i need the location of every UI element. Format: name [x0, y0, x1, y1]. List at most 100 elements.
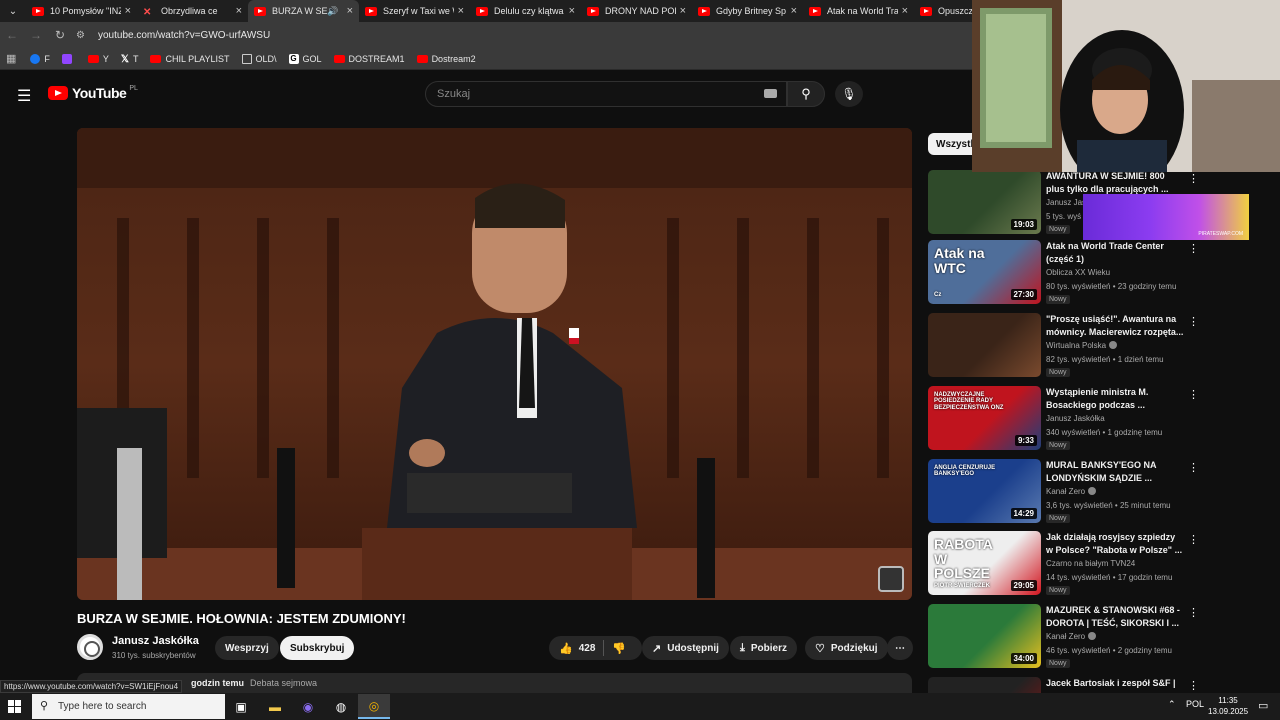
video-thumbnail[interactable]: ANGLIA CENZURUJE BANKSY'EGO 14:29	[928, 459, 1041, 523]
tab-close-icon[interactable]: ×	[458, 5, 464, 17]
browser-tab[interactable]: Gdyby Britney Sp ×	[692, 0, 803, 22]
more-vert-icon[interactable]: ⋮	[1188, 606, 1199, 619]
recommendation-title[interactable]: MAZUREK & STANOWSKI #68 - DOROTA | TEŚĆ,…	[1046, 604, 1184, 630]
tab-close-icon[interactable]: ×	[902, 5, 908, 17]
video-thumbnail[interactable]: NADZWYCZAJNE POSIEDZENIE RADY BEZPIECZEŃ…	[928, 386, 1041, 450]
video-thumbnail[interactable]: 34:00	[928, 604, 1041, 668]
back-icon[interactable]: ←	[0, 28, 24, 42]
bookmark-item[interactable]	[61, 53, 76, 64]
site-settings-icon[interactable]: ⚙	[76, 30, 92, 41]
more-vert-icon[interactable]: ⋮	[1188, 533, 1199, 546]
bookmark-item[interactable]: F	[30, 53, 50, 64]
share-button[interactable]: ↗ Udostępnij	[642, 636, 729, 660]
menu-icon[interactable]: ☰	[17, 86, 31, 106]
browser-tab[interactable]: Delulu czy klątwa ×	[470, 0, 581, 22]
video-player[interactable]	[77, 128, 912, 600]
tray-chevron-icon[interactable]: ⌃	[1168, 699, 1176, 710]
description-tag[interactable]: Debata sejmowa	[250, 678, 317, 688]
taskbar-search-input[interactable]: ⚲ Type here to search	[32, 694, 225, 719]
thanks-button[interactable]: ♡ Podziękuj	[805, 636, 888, 660]
tab-close-icon[interactable]: ×	[347, 5, 353, 17]
task-view-icon[interactable]: ▣	[225, 694, 257, 719]
support-button[interactable]: Wesprzyj	[215, 636, 279, 660]
video-thumbnail[interactable]	[928, 313, 1041, 377]
thumbs-down-icon[interactable]: 👎	[612, 642, 626, 655]
recommendation-channel[interactable]: Kanał Zero	[1046, 632, 1097, 641]
recommendation-item[interactable]: NADZWYCZAJNE POSIEDZENIE RADY BEZPIECZEŃ…	[928, 386, 1199, 452]
app-icon-1[interactable]: ◉	[292, 694, 324, 719]
clock[interactable]: 11:35 13.09.2025	[1208, 695, 1248, 717]
apps-grid-icon[interactable]: ▦	[6, 52, 16, 65]
more-vert-icon[interactable]: ⋮	[1188, 461, 1199, 474]
bookmark-item[interactable]: DOSTREAM1	[333, 54, 405, 64]
url-field[interactable]: ⚙ youtube.com/watch?v=GWO-urfAWSU	[76, 25, 972, 45]
more-actions-button[interactable]: ⋯	[887, 636, 913, 660]
channel-name[interactable]: Janusz Jaskółka	[112, 635, 199, 647]
app-icon-2[interactable]: ◍	[325, 694, 357, 719]
channel-watermark-icon[interactable]	[878, 566, 904, 592]
voice-search-button[interactable]: 🎙	[835, 81, 863, 107]
download-button[interactable]: ⤓ Pobierz	[730, 636, 797, 660]
tab-search-icon[interactable]: ⌄	[0, 0, 26, 22]
bookmark-item[interactable]: Y	[87, 54, 109, 64]
video-thumbnail[interactable]: 19:03	[928, 170, 1041, 234]
bookmark-item[interactable]: G GOL	[288, 53, 322, 64]
browser-tab[interactable]: ✕ Obrzydliwa ce ×	[137, 0, 248, 22]
tab-close-icon[interactable]: ×	[125, 5, 131, 17]
more-vert-icon[interactable]: ⋮	[1188, 242, 1199, 255]
notifications-icon[interactable]: ▭	[1258, 699, 1268, 712]
video-thumbnail[interactable]: Atak na WTC Cz 27:30	[928, 240, 1041, 304]
recommendation-channel[interactable]: Wirtualna Polska	[1046, 341, 1118, 350]
tab-close-icon[interactable]: ×	[680, 5, 686, 17]
video-thumbnail[interactable]: RABOTA W POLSZE PIOTR ŚWIERCZEK 29:05	[928, 531, 1041, 595]
search-button[interactable]: ⚲	[787, 81, 825, 107]
bookmark-item[interactable]: 𝕏T	[121, 54, 139, 65]
more-vert-icon[interactable]: ⋮	[1188, 172, 1199, 185]
like-count[interactable]: 428	[579, 643, 596, 654]
recommendation-title[interactable]: AWANTURA W SEJMIE! 800 plus tylko dla pr…	[1046, 170, 1184, 196]
recommendation-title[interactable]: Jak działają rosyjscy szpiedzy w Polsce?…	[1046, 531, 1184, 557]
bookmark-item[interactable]: Dostream2	[416, 54, 476, 64]
more-vert-icon[interactable]: ⋮	[1188, 679, 1199, 692]
youtube-logo[interactable]: YouTube PL	[48, 85, 138, 101]
recommendation-channel[interactable]: Czarno na białym TVN24	[1046, 559, 1135, 568]
forward-icon[interactable]: →	[24, 28, 48, 42]
subscribe-button[interactable]: Subskrybuj	[280, 636, 355, 660]
browser-tab[interactable]: DRONY NAD POL ×	[581, 0, 692, 22]
windows-start-icon[interactable]	[8, 700, 21, 713]
recommendation-title[interactable]: Wystąpienie ministra M. Bosackiego podcz…	[1046, 386, 1184, 412]
chrome-icon[interactable]: ◎	[358, 694, 390, 719]
speaker-icon[interactable]: 🔊	[327, 6, 338, 17]
browser-tab[interactable]: 10 Pomysłów "INZ ×	[26, 0, 137, 22]
more-vert-icon[interactable]: ⋮	[1188, 315, 1199, 328]
bookmark-item[interactable]: OLD\	[241, 53, 277, 64]
recommendation-title[interactable]: Atak na World Trade Center (część 1)	[1046, 240, 1184, 266]
recommendation-channel[interactable]: Janusz Jaskółka	[1046, 414, 1105, 423]
keyboard-icon[interactable]	[764, 89, 777, 98]
bookmark-item[interactable]: CHIL PLAYLIST	[150, 54, 230, 64]
recommendation-title[interactable]: MURAL BANKSY'EGO NA LONDYŃSKIM SĄDZIE ..…	[1046, 459, 1184, 485]
recommendation-item[interactable]: 34:00 MAZUREK & STANOWSKI #68 - DOROTA | …	[928, 604, 1199, 670]
recommendation-channel[interactable]: Oblicza XX Wieku	[1046, 268, 1110, 277]
channel-avatar[interactable]	[77, 634, 103, 660]
search-input[interactable]: Szukaj	[425, 81, 787, 107]
more-vert-icon[interactable]: ⋮	[1188, 388, 1199, 401]
recommendation-title[interactable]: "Proszę usiąść!". Awantura na mównicy. M…	[1046, 313, 1184, 339]
file-explorer-icon[interactable]: ▬	[259, 694, 291, 719]
recommendation-item[interactable]: Atak na WTC Cz 27:30 Atak na World Trade Ce…	[928, 240, 1199, 306]
recommendation-channel[interactable]: Kanał Zero	[1046, 487, 1097, 496]
language-indicator[interactable]: POL	[1186, 699, 1204, 709]
browser-tab[interactable]: Atak na World Tra ×	[803, 0, 914, 22]
recommendation-item[interactable]: "Proszę usiąść!". Awantura na mównicy. M…	[928, 313, 1199, 379]
recommendation-item[interactable]: RABOTA W POLSZE PIOTR ŚWIERCZEK 29:05 Jak d…	[928, 531, 1199, 597]
promo-banner[interactable]: PIRATESWAP.COM	[1083, 194, 1249, 240]
tab-close-icon[interactable]: ×	[569, 5, 575, 17]
browser-tab[interactable]: Szeryf w Taxi we W ×	[359, 0, 470, 22]
recommendation-channel[interactable]: Janusz Jas	[1046, 198, 1086, 207]
browser-tab[interactable]: BURZA W SEJM🔊 ×	[248, 0, 359, 22]
description-box[interactable]: godzin temu Debata sejmowa	[77, 673, 912, 693]
tab-close-icon[interactable]: ×	[791, 5, 797, 17]
recommendation-item[interactable]: ANGLIA CENZURUJE BANKSY'EGO 14:29 MURAL BA…	[928, 459, 1199, 525]
reload-icon[interactable]: ↻	[48, 28, 72, 42]
thumbs-up-icon[interactable]: 👍	[559, 642, 573, 655]
